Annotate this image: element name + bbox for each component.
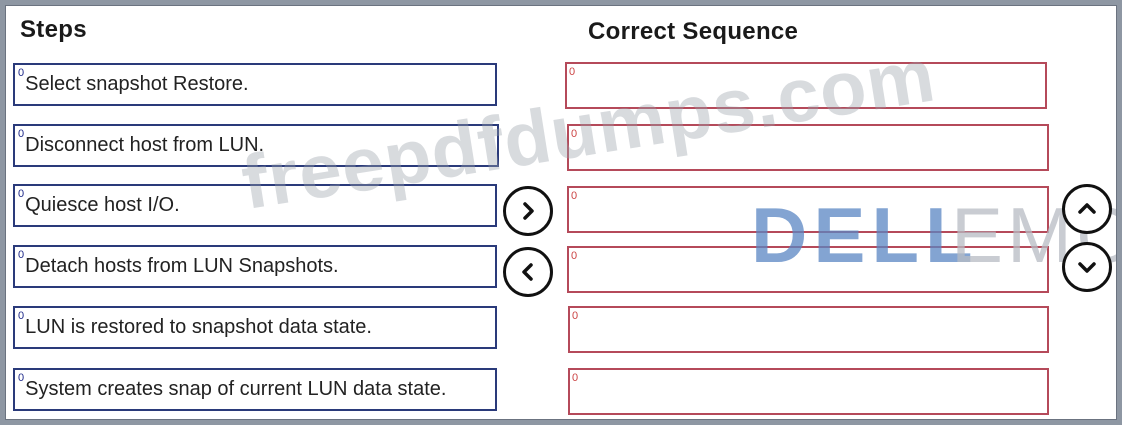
drag-drop-panel: Steps Correct Sequence 0 Select snapshot…: [5, 5, 1117, 420]
sequence-slot[interactable]: 0: [567, 186, 1049, 233]
step-index: 0: [18, 372, 25, 384]
step-item[interactable]: 0 Select snapshot Restore.: [13, 63, 497, 106]
slot-index: 0: [569, 66, 576, 78]
steps-heading: Steps: [20, 16, 87, 43]
step-label: Select snapshot Restore.: [25, 73, 249, 95]
sequence-slot[interactable]: 0: [567, 124, 1049, 171]
chevron-down-icon: [1078, 262, 1096, 273]
slot-index: 0: [572, 310, 579, 322]
step-label: LUN is restored to snapshot data state.: [25, 316, 372, 338]
sequence-slot[interactable]: 0: [568, 306, 1049, 353]
sequence-slot[interactable]: 0: [565, 62, 1047, 109]
slot-index: 0: [572, 372, 579, 384]
move-right-button[interactable]: [503, 186, 553, 236]
step-label: Detach hosts from LUN Snapshots.: [25, 255, 339, 277]
step-index: 0: [18, 128, 25, 140]
step-item[interactable]: 0 System creates snap of current LUN dat…: [13, 368, 497, 411]
slot-index: 0: [571, 190, 578, 202]
sequence-heading: Correct Sequence: [588, 18, 799, 45]
step-item[interactable]: 0 LUN is restored to snapshot data state…: [13, 306, 497, 349]
step-index: 0: [18, 67, 25, 79]
chevron-up-icon: [1078, 203, 1096, 214]
step-label: Disconnect host from LUN.: [25, 134, 265, 156]
step-label: System creates snap of current LUN data …: [25, 378, 447, 400]
slot-index: 0: [571, 250, 578, 262]
step-item[interactable]: 0 Disconnect host from LUN.: [13, 124, 499, 167]
step-index: 0: [18, 310, 25, 322]
move-left-button[interactable]: [503, 247, 553, 297]
chevron-right-icon: [523, 202, 534, 220]
step-index: 0: [18, 249, 25, 261]
move-up-button[interactable]: [1062, 184, 1112, 234]
slot-index: 0: [571, 128, 578, 140]
sequence-slot[interactable]: 0: [567, 246, 1049, 293]
step-item[interactable]: 0 Detach hosts from LUN Snapshots.: [13, 245, 497, 288]
sequence-slot[interactable]: 0: [568, 368, 1049, 415]
move-down-button[interactable]: [1062, 242, 1112, 292]
step-item[interactable]: 0 Quiesce host I/O.: [13, 184, 497, 227]
step-label: Quiesce host I/O.: [25, 194, 180, 216]
chevron-left-icon: [522, 263, 533, 281]
step-index: 0: [18, 188, 25, 200]
